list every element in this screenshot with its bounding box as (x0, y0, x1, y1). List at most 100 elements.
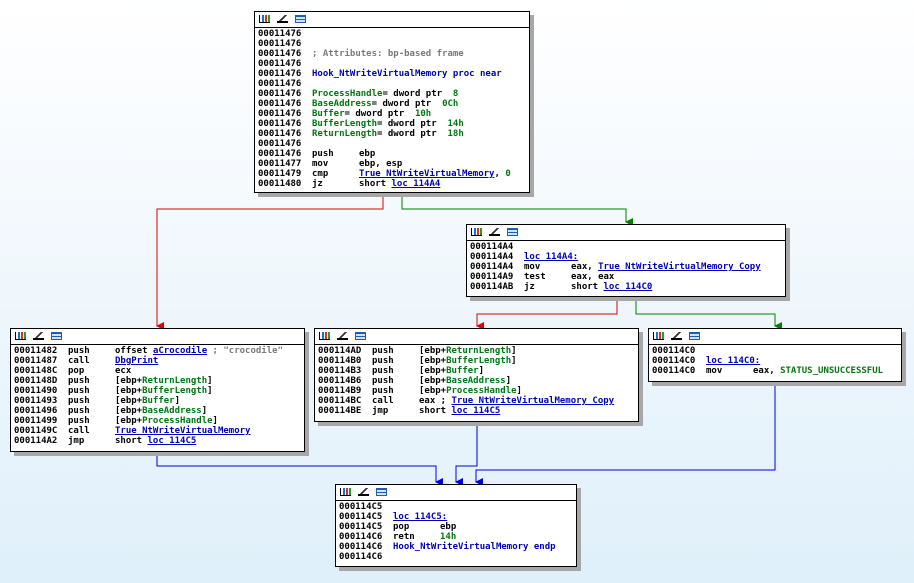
disasm-line[interactable]: 00011476 ; Attributes: bp-based frame (258, 49, 526, 59)
variable-ref[interactable]: Buffer (446, 366, 479, 376)
disasm-line[interactable]: 00011476 (258, 59, 526, 69)
variable-ref[interactable]: BufferLength (446, 356, 511, 366)
symbol-ref[interactable]: True_NtWriteVirtualMemory_Copy (598, 262, 761, 272)
list-view-icon[interactable] (507, 228, 518, 236)
disasm-line[interactable]: 000114C0 mov eax, STATUS_UNSUCCESSFUL (652, 366, 898, 376)
disasm-line[interactable]: 000114A4 mov eax, True_NtWriteVirtualMemor… (470, 262, 782, 272)
list-view-icon[interactable] (51, 332, 62, 340)
variable-ref[interactable]: ReturnLength (142, 376, 207, 386)
variable-ref[interactable]: BufferLength (312, 119, 377, 129)
graph-icon[interactable] (340, 488, 351, 496)
symbol-ref[interactable]: loc_114C5: (393, 512, 447, 522)
disasm-line[interactable]: 000114C5 loc_114C5: (339, 512, 573, 522)
disasm-line[interactable]: 00011487 call DbgPrint (14, 356, 301, 366)
disasm-line[interactable]: 000114BC call eax ; True_NtWriteVirtualMem… (318, 396, 635, 406)
node-loc-114c0[interactable]: 000114C0 000114C0 loc_114C0: 000114C0 mov eax… (648, 328, 902, 382)
list-view-icon[interactable] (376, 488, 387, 496)
variable-ref[interactable]: BufferLength (142, 386, 207, 396)
disasm-line[interactable]: 000114AB jz short loc_114C0 (470, 282, 782, 292)
variable-ref[interactable]: BaseAddress (142, 406, 202, 416)
graph-icon[interactable] (259, 15, 270, 23)
symbol-ref[interactable]: True_NtWriteVirtualMemory (359, 169, 494, 179)
variable-ref[interactable]: ProcessHandle (312, 89, 382, 99)
disasm-line[interactable]: 00011476 Buffer= dword ptr 10h (258, 109, 526, 119)
variable-ref[interactable]: ProcessHandle (142, 416, 212, 426)
node-loc-114c5[interactable]: 000114C5 000114C5 loc_114C5: 000114C5 pop ebp… (335, 484, 577, 567)
disasm-line[interactable]: 00011476 (258, 29, 526, 39)
node-crocodile-call[interactable]: 00011482 push offset aCrocodile ; "crocodi… (10, 328, 305, 452)
disasm-line[interactable]: 000114C0 (652, 346, 898, 356)
variable-ref[interactable]: ProcessHandle (446, 386, 516, 396)
disasm-line[interactable]: 000114C6 (339, 552, 573, 562)
symbol-ref[interactable]: loc_114C5 (148, 436, 197, 446)
disasm-line[interactable]: 000114A9 test eax, eax (470, 272, 782, 282)
symbol-ref[interactable]: loc_114C5 (452, 406, 501, 416)
disasm-line[interactable]: 000114C0 loc_114C0: (652, 356, 898, 366)
disasm-line[interactable]: 00011476 BufferLength= dword ptr 14h (258, 119, 526, 129)
variable-ref[interactable]: ReturnLength (446, 346, 511, 356)
symbol-ref[interactable]: loc_114C0: (706, 356, 760, 366)
rename-icon[interactable] (671, 332, 682, 340)
symbol-ref[interactable]: proc near (447, 69, 502, 79)
disasm-line[interactable]: 000114C5 (339, 502, 573, 512)
disasm-line[interactable]: 00011480 jz short loc_114A4 (258, 179, 526, 189)
disasm-line[interactable]: 00011496 push [ebp+BaseAddress] (14, 406, 301, 416)
graph-icon[interactable] (15, 332, 26, 340)
graph-icon[interactable] (653, 332, 664, 340)
disasm-line[interactable]: 00011493 push [ebp+Buffer] (14, 396, 301, 406)
variable-ref[interactable]: BaseAddress (312, 99, 372, 109)
disasm-line[interactable]: 000114AD push [ebp+ReturnLength] (318, 346, 635, 356)
graph-icon[interactable] (319, 332, 330, 340)
disasm-line[interactable]: 000114B9 push [ebp+ProcessHandle] (318, 386, 635, 396)
symbol-ref[interactable]: aCrocodile (153, 346, 207, 356)
disasm-line[interactable]: 00011476 (258, 39, 526, 49)
disasm-line[interactable]: 000114A4 (470, 242, 782, 252)
disasm-line[interactable]: 00011476 (258, 139, 526, 149)
disasm-line[interactable]: 000114B0 push [ebp+BufferLength] (318, 356, 635, 366)
rename-icon[interactable] (489, 228, 500, 236)
disasm-line[interactable]: 00011476 ProcessHandle= dword ptr 8 (258, 89, 526, 99)
variable-ref[interactable]: Buffer (312, 109, 345, 119)
list-view-icon[interactable] (295, 15, 306, 23)
disasm-line[interactable]: 00011490 push [ebp+BufferLength] (14, 386, 301, 396)
node-entry[interactable]: 00011476 00011476 00011476; Attributes: bp… (254, 11, 530, 193)
disasm-line[interactable]: 00011476 (258, 79, 526, 89)
disasm-line[interactable]: 00011476 ReturnLength= dword ptr 18h (258, 129, 526, 139)
disasm-line[interactable]: 00011477 mov ebp, esp (258, 159, 526, 169)
disasm-line[interactable]: 00011476 push ebp (258, 149, 526, 159)
node-copy-call[interactable]: 000114AD push [ebp+ReturnLength] 000114B0 pu… (314, 328, 639, 422)
variable-ref[interactable]: STATUS_UNSUCCESSFUL (780, 366, 883, 376)
symbol-ref[interactable]: loc_114C0 (604, 282, 653, 292)
disasm-line[interactable]: 000114B3 push [ebp+Buffer] (318, 366, 635, 376)
disasm-line[interactable]: 000114B6 push [ebp+BaseAddress] (318, 376, 635, 386)
disasm-line[interactable]: 00011499 push [ebp+ProcessHandle] (14, 416, 301, 426)
graph-icon[interactable] (471, 228, 482, 236)
node-loc-114a4[interactable]: 000114A4 000114A4 loc_114A4: 000114A4 mov eax… (466, 224, 786, 297)
disasm-line[interactable]: 0001148C pop ecx (14, 366, 301, 376)
disasm-line[interactable]: 00011479 cmp True_NtWriteVirtualMemory, 0 (258, 169, 526, 179)
disasm-line[interactable]: 000114C5 pop ebp (339, 522, 573, 532)
variable-ref[interactable]: ReturnLength (312, 129, 377, 139)
disasm-line[interactable]: 0001149C call True_NtWriteVirtualMemory (14, 426, 301, 436)
rename-icon[interactable] (358, 488, 369, 496)
list-view-icon[interactable] (355, 332, 366, 340)
disasm-line[interactable]: 000114C6 retn 14h (339, 532, 573, 542)
disasm-line[interactable]: 000114BE jmp short loc_114C5 (318, 406, 635, 416)
disasm-line[interactable]: 00011476 BaseAddress= dword ptr 0Ch (258, 99, 526, 109)
symbol-ref[interactable]: Hook_NtWriteVirtualMemory (393, 542, 528, 552)
symbol-ref[interactable]: DbgPrint (115, 356, 158, 366)
symbol-ref[interactable]: True_NtWriteVirtualMemory_Copy (452, 396, 615, 406)
variable-ref[interactable]: BaseAddress (446, 376, 506, 386)
rename-icon[interactable] (277, 15, 288, 23)
rename-icon[interactable] (33, 332, 44, 340)
disasm-line[interactable]: 00011476 Hook_NtWriteVirtualMemory proc n… (258, 69, 526, 79)
symbol-ref[interactable]: True_NtWriteVirtualMemory (115, 426, 250, 436)
symbol-ref[interactable]: loc_114A4: (524, 252, 578, 262)
symbol-ref[interactable]: loc_114A4 (392, 179, 441, 189)
disasm-line[interactable]: 00011482 push offset aCrocodile ; "crocodi… (14, 346, 301, 356)
symbol-ref[interactable]: endp (528, 542, 556, 552)
list-view-icon[interactable] (689, 332, 700, 340)
disasm-line[interactable]: 000114A2 jmp short loc_114C5 (14, 436, 301, 446)
disasm-line[interactable]: 000114A4 loc_114A4: (470, 252, 782, 262)
disasm-line[interactable]: 000114C6 Hook_NtWriteVirtualMemory endp (339, 542, 573, 552)
